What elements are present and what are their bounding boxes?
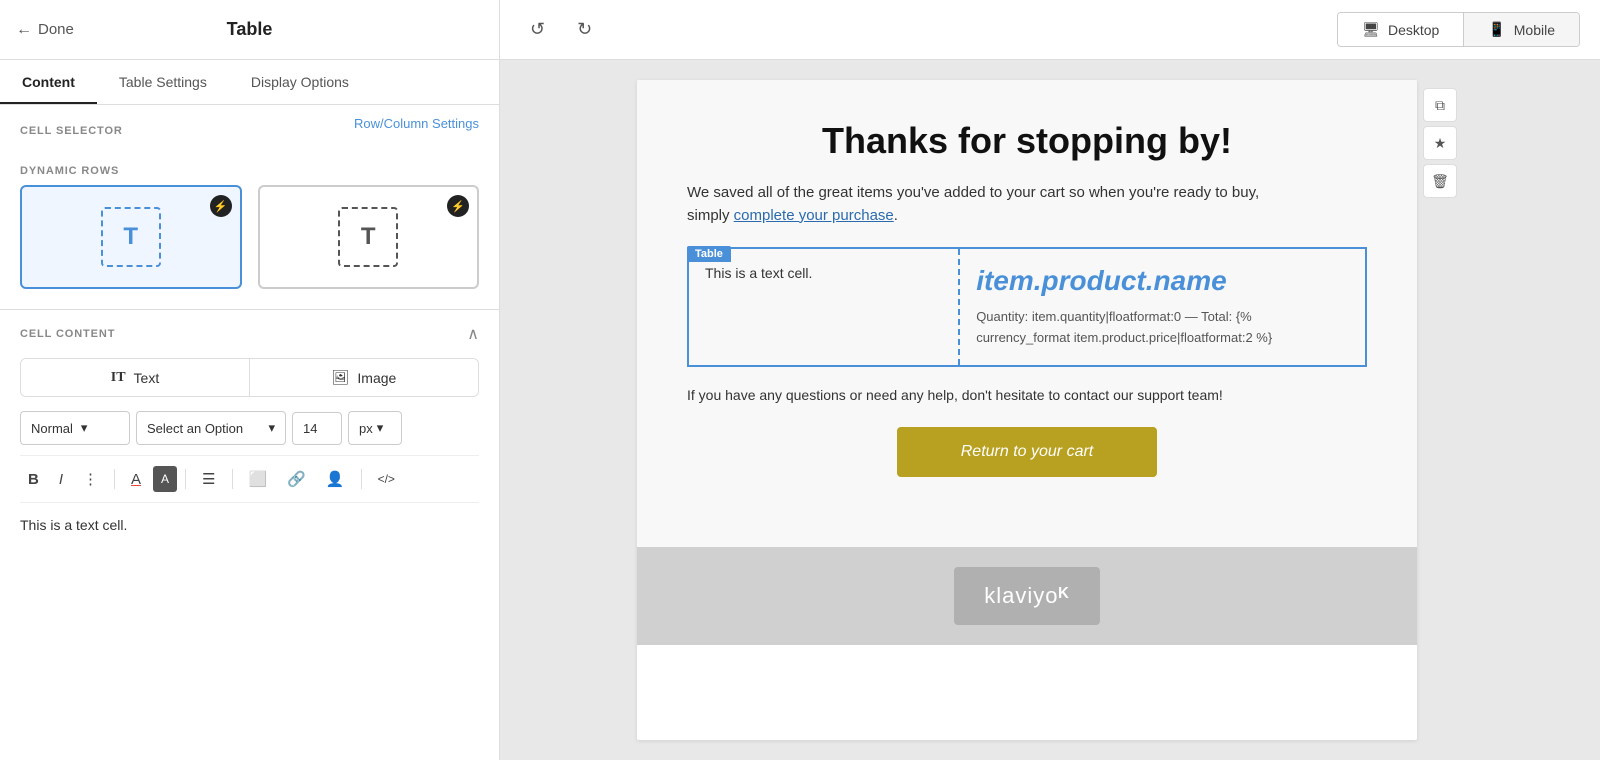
left-panel: Content Table Settings Display Options C…: [0, 60, 500, 760]
row-col-settings-link[interactable]: Row/Column Settings: [354, 116, 479, 131]
format-style-select[interactable]: Normal ▾: [20, 411, 130, 445]
lightning-badge-1: ⚡: [210, 195, 232, 217]
italic-btn[interactable]: I: [51, 465, 71, 494]
chevron-down-icon-3: ▾: [377, 420, 384, 436]
left-panel-header: ← Done Table: [0, 0, 500, 59]
row-card-icon-2: T: [338, 207, 398, 267]
email-footer-text: If you have any questions or need any he…: [687, 387, 1367, 403]
done-label: Done: [38, 21, 74, 38]
image-icon: 🖼: [332, 369, 350, 386]
table-row: This is a text cell. item.product.name Q…: [688, 248, 1366, 366]
toolbar-divider-1: [114, 469, 115, 489]
mobile-view-button[interactable]: 📱 Mobile: [1464, 13, 1579, 46]
toolbar-divider-2: [185, 469, 186, 489]
table-cell-right: item.product.name Quantity: item.quantit…: [959, 248, 1366, 366]
font-color-btn[interactable]: A: [123, 465, 149, 494]
delete-icon-btn[interactable]: 🗑: [1423, 164, 1457, 198]
tab-display-options[interactable]: Display Options: [229, 60, 371, 104]
cell-text[interactable]: This is a text cell.: [20, 513, 479, 537]
format-size-input[interactable]: 14: [292, 412, 342, 445]
bold-btn[interactable]: B: [20, 465, 47, 494]
collapse-button[interactable]: ∧: [467, 324, 479, 344]
back-arrow-icon: ←: [16, 21, 32, 39]
email-body: Thanks for stopping by! We saved all of …: [637, 80, 1417, 547]
format-size-value: 14: [303, 421, 317, 436]
email-table: This is a text cell. item.product.name Q…: [687, 247, 1367, 367]
email-subtext-middle: simply: [687, 207, 734, 224]
toolbar-divider-3: [232, 469, 233, 489]
email-purchase-link[interactable]: complete your purchase: [734, 207, 894, 224]
code-btn[interactable]: </>: [370, 466, 403, 492]
link-btn[interactable]: 🔗: [279, 464, 314, 494]
cell-content-section: CELL CONTENT ∧ IT Text 🖼 Image Normal ▾: [0, 309, 499, 551]
table-wrapper: Table This is a text cell. item.product.…: [687, 247, 1367, 367]
cell-content-label: CELL CONTENT: [20, 328, 115, 340]
format-toolbar: B I ⋮ A A ☰ ⬜ 🔗 👤 </>: [20, 455, 479, 503]
cell-content-header: CELL CONTENT ∧: [20, 324, 479, 344]
row-card-1[interactable]: T ⚡: [20, 185, 242, 289]
align-btn[interactable]: ☰: [194, 464, 223, 494]
desktop-view-button[interactable]: 🖥 Desktop: [1338, 13, 1464, 46]
format-unit-select[interactable]: px ▾: [348, 411, 402, 445]
panel-title: Table: [227, 19, 273, 40]
desktop-icon: 🖥: [1362, 21, 1380, 38]
text-type-button[interactable]: IT Text: [21, 359, 250, 396]
format-row: Normal ▾ Select an Option ▾ 14 px ▾: [20, 411, 479, 445]
redo-button[interactable]: ↻: [567, 13, 602, 46]
email-container: Thanks for stopping by! We saved all of …: [637, 80, 1417, 740]
table-cell-left: This is a text cell.: [688, 248, 959, 366]
undo-button[interactable]: ↺: [520, 13, 555, 46]
email-subtext: We saved all of the great items you've a…: [687, 182, 1367, 227]
preview-with-sidebar: Thanks for stopping by! We saved all of …: [637, 80, 1463, 740]
main-content: Content Table Settings Display Options C…: [0, 60, 1600, 760]
image-type-button[interactable]: 🖼 Image: [250, 359, 478, 396]
row-card-icon-1: T: [101, 207, 161, 267]
view-toggle: 🖥 Desktop 📱 Mobile: [1337, 12, 1580, 47]
person-btn[interactable]: 👤: [318, 464, 353, 494]
lightning-badge-2: ⚡: [447, 195, 469, 217]
image-btn[interactable]: ⬜: [241, 464, 276, 494]
email-period: .: [894, 207, 898, 224]
tabs: Content Table Settings Display Options: [0, 60, 499, 105]
dynamic-rows-label: DYNAMIC ROWS: [0, 149, 499, 185]
highlight-btn[interactable]: A: [153, 466, 177, 492]
tab-table-settings[interactable]: Table Settings: [97, 60, 229, 104]
format-unit-value: px: [359, 421, 373, 436]
format-font-value: Select an Option: [147, 421, 243, 436]
mobile-label: Mobile: [1514, 22, 1555, 38]
toolbar-divider-4: [361, 469, 362, 489]
klaviyo-logo: klaviyoᴷ: [954, 567, 1099, 625]
content-type-btns: IT Text 🖼 Image: [20, 358, 479, 397]
mobile-icon: 📱: [1488, 21, 1505, 38]
product-name: item.product.name: [976, 265, 1349, 297]
cart-button[interactable]: Return to your cart: [897, 427, 1157, 477]
cell-selector-label: CELL SELECTOR: [20, 109, 123, 137]
more-btn[interactable]: ⋮: [75, 464, 106, 494]
star-icon-btn[interactable]: ★: [1423, 126, 1457, 160]
top-bar-right: ↺ ↻ 🖥 Desktop 📱 Mobile: [500, 12, 1600, 47]
email-heading: Thanks for stopping by!: [687, 120, 1367, 162]
chevron-down-icon-2: ▾: [268, 420, 275, 436]
table-label: Table: [687, 246, 731, 262]
klaviyo-k: ᴷ: [1059, 583, 1070, 608]
dynamic-rows: T ⚡ T ⚡: [0, 185, 499, 309]
cell-text-content: This is a text cell.: [705, 265, 812, 281]
preview-sidebar: ⧉ ★ 🗑: [1417, 80, 1463, 740]
chevron-down-icon: ▾: [81, 420, 88, 436]
top-bar: ← Done Table ↺ ↻ 🖥 Desktop 📱 Mobile: [0, 0, 1600, 60]
copy-icon-btn[interactable]: ⧉: [1423, 88, 1457, 122]
email-subtext-before: We saved all of the great items you've a…: [687, 184, 1259, 201]
desktop-label: Desktop: [1388, 22, 1439, 38]
preview-area: Thanks for stopping by! We saved all of …: [500, 60, 1600, 760]
tab-content[interactable]: Content: [0, 60, 97, 104]
row-card-2[interactable]: T ⚡: [258, 185, 480, 289]
product-details: Quantity: item.quantity|floatformat:0 — …: [976, 309, 1272, 345]
cell-selector-row: CELL SELECTOR Row/Column Settings: [0, 105, 499, 149]
done-button[interactable]: ← Done: [16, 21, 74, 39]
format-style-value: Normal: [31, 421, 73, 436]
format-font-select[interactable]: Select an Option ▾: [136, 411, 286, 445]
text-icon: IT: [111, 370, 126, 386]
klaviyo-section: klaviyoᴷ: [637, 547, 1417, 645]
